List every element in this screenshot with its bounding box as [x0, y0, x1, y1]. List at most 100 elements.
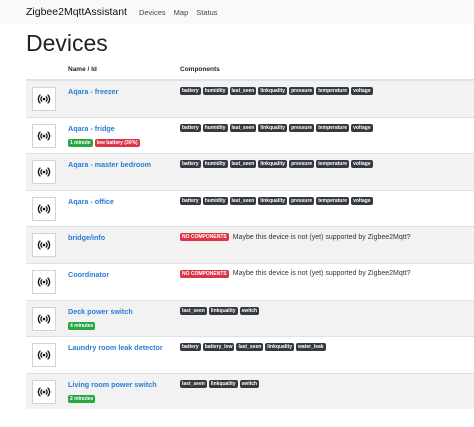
component-chip: last_seen [229, 123, 257, 132]
component-chip: battery [180, 343, 201, 352]
device-cell: bridge/info [68, 233, 178, 242]
component-chip: battery [180, 123, 201, 132]
device-cell: Aqara - master bedroom [68, 160, 178, 169]
component-chip: linkquality [258, 196, 288, 205]
device-name-link[interactable]: Aqara - fridge [68, 124, 178, 133]
components-cell: last_seen linkquality switch [180, 306, 474, 315]
component-chip: water_leak [296, 343, 326, 352]
component-chip: linkquality [258, 87, 288, 95]
device-badges: 2 minutes [68, 394, 178, 403]
device-cell: Aqara - office [68, 197, 178, 206]
device-cell: Living room power switch 2 minutes [68, 380, 178, 403]
wireless-signal-icon [32, 269, 56, 294]
component-chip: linkquality [258, 123, 288, 132]
component-chip: battery_low [202, 343, 235, 352]
device-cell: Laundry room leak detector [68, 343, 178, 352]
components-cell: battery humidity last_seen linkquality press… [180, 87, 474, 95]
nav-map[interactable]: Map [174, 8, 189, 17]
wireless-signal-icon [32, 379, 56, 404]
table-row: Laundry room leak detector battery battery… [26, 336, 474, 373]
component-chip: battery [180, 87, 201, 95]
table-row: Aqara - freezer battery humidity last_seen l… [26, 80, 474, 117]
table-row: Aqara - office battery humidity last_seen li… [26, 189, 474, 227]
device-name-link[interactable]: Aqara - office [68, 197, 178, 206]
unsupported-note: Maybe this device is not (yet) supported… [232, 270, 411, 278]
component-chip: linkquality [208, 306, 238, 315]
component-chip: voltage [351, 123, 373, 132]
table-row: Aqara - fridge 1 minute low battery (30%) b… [26, 116, 474, 154]
no-components-badge: NO COMPONENTS [180, 269, 229, 278]
device-name-link[interactable]: Deck power switch [68, 307, 178, 316]
device-name-link[interactable]: Living room power switch [68, 380, 178, 389]
wireless-signal-icon [32, 87, 56, 111]
device-badges: 4 minutes [68, 321, 178, 330]
component-chip: battery [180, 196, 201, 205]
last-seen-badge: 2 minutes [68, 394, 96, 403]
unsupported-note: Maybe this device is not (yet) supported… [232, 233, 411, 241]
components-cell: battery humidity last_seen linkquality press… [180, 160, 474, 169]
component-chip: last_seen [229, 87, 257, 95]
navbar: Zigbee2MqttAssistant Devices Map Status [0, 0, 474, 24]
component-chip: switch [239, 306, 260, 315]
device-name-link[interactable]: Laundry room leak detector [68, 343, 178, 352]
nav-status[interactable]: Status [196, 8, 217, 17]
device-name-link[interactable]: bridge/info [68, 233, 178, 242]
component-chip: linkquality [208, 379, 238, 388]
page-title: Devices [26, 30, 108, 56]
last-seen-badge: 4 minutes [68, 321, 96, 330]
table-row: Aqara - master bedroom battery humidity las… [26, 153, 474, 190]
table-row: bridge/info NO COMPONENTS Maybe this devic… [26, 226, 474, 263]
low-battery-badge: low battery (30%) [94, 138, 140, 147]
component-chip: humidity [202, 160, 228, 169]
component-chip: linkquality [258, 160, 288, 169]
component-chip: pressure [289, 87, 315, 95]
wireless-signal-icon [32, 123, 56, 148]
component-chip: linkquality [265, 343, 295, 352]
device-cell: Coordinator [68, 270, 178, 279]
device-cell: Aqara - fridge 1 minute low battery (30%) [68, 124, 178, 147]
component-chip: temperature [316, 123, 350, 132]
last-seen-badge: 1 minute [68, 138, 93, 147]
component-chip: pressure [289, 196, 315, 205]
table-header: Name / Id Components [26, 60, 474, 80]
no-components-badge: NO COMPONENTS [180, 233, 229, 242]
components-cell: last_seen linkquality switch [180, 379, 474, 388]
device-name-link[interactable]: Aqara - master bedroom [68, 160, 178, 169]
brand-link[interactable]: Zigbee2MqttAssistant [26, 6, 127, 18]
wireless-signal-icon [32, 306, 56, 331]
components-cell: battery humidity last_seen linkquality press… [180, 123, 474, 132]
wireless-signal-icon [32, 233, 56, 258]
component-chip: battery [180, 160, 201, 169]
header-name: Name / Id [68, 66, 97, 73]
table-row: Deck power switch 4 minutes last_seen linkq… [26, 299, 474, 337]
components-cell: battery battery_low last_seen linkquality wa… [180, 343, 474, 352]
device-name-link[interactable]: Aqara - freezer [68, 87, 178, 96]
component-chip: humidity [202, 87, 228, 95]
component-chip: humidity [202, 196, 228, 205]
component-chip: pressure [289, 160, 315, 169]
component-chip: humidity [202, 123, 228, 132]
wireless-signal-icon [32, 343, 56, 368]
component-chip: last_seen [229, 160, 257, 169]
table-row: Living room power switch 2 minutes last_se… [26, 372, 474, 410]
device-cell: Deck power switch 4 minutes [68, 307, 178, 330]
component-chip: last_seen [180, 306, 207, 315]
component-chip: temperature [316, 160, 350, 169]
device-cell: Aqara - freezer [68, 87, 178, 96]
component-chip: last_seen [229, 196, 257, 205]
nav-devices[interactable]: Devices [139, 8, 166, 17]
wireless-signal-icon [32, 160, 56, 185]
component-chip: last_seen [236, 343, 264, 352]
components-cell: battery humidity last_seen linkquality press… [180, 196, 474, 205]
devices-table: Name / Id Components Aqara - freezer batt… [26, 60, 474, 410]
header-components: Components [180, 66, 220, 73]
wireless-signal-icon [32, 196, 56, 221]
table-body: Aqara - freezer battery humidity last_seen l… [26, 80, 474, 410]
component-chip: voltage [351, 160, 373, 169]
components-cell: NO COMPONENTS Maybe this device is not (y… [180, 269, 474, 278]
component-chip: temperature [316, 196, 350, 205]
component-chip: voltage [351, 87, 373, 95]
device-name-link[interactable]: Coordinator [68, 270, 178, 279]
components-cell: NO COMPONENTS Maybe this device is not (y… [180, 233, 474, 242]
table-row: Coordinator NO COMPONENTS Maybe this devic… [26, 262, 474, 300]
